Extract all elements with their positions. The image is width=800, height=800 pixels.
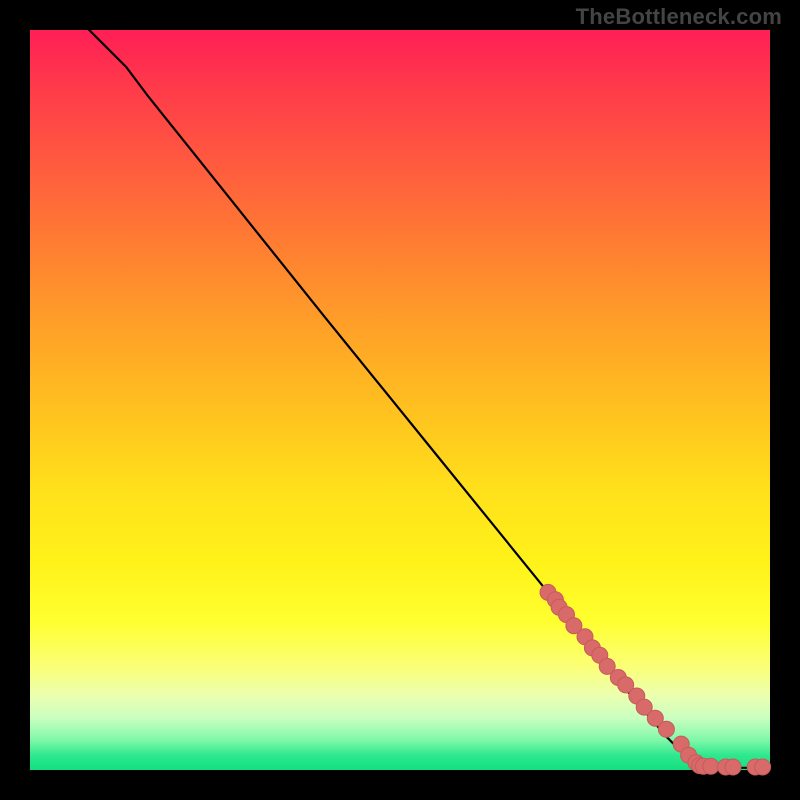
data-points-group (540, 584, 771, 775)
points-svg (30, 30, 770, 770)
data-point (658, 721, 674, 737)
data-point (725, 759, 741, 775)
data-point (703, 758, 719, 774)
watermark-text: TheBottleneck.com (576, 4, 782, 30)
chart-frame: TheBottleneck.com (0, 0, 800, 800)
data-point (755, 759, 771, 775)
